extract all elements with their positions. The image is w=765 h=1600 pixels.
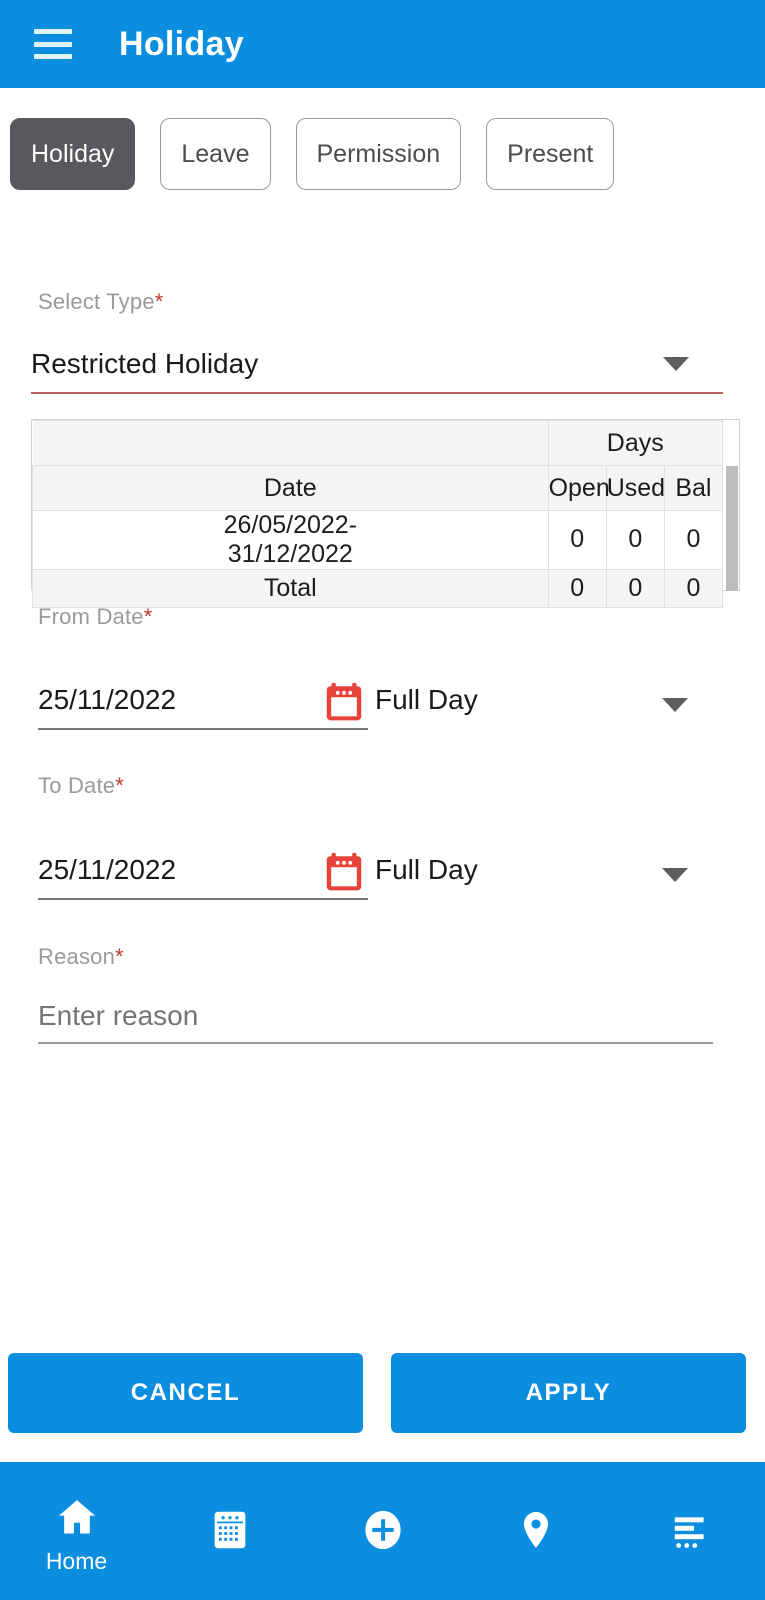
to-date-duration[interactable]: Full Day [375, 854, 478, 886]
from-date-value[interactable]: 25/11/2022 [38, 684, 176, 716]
reason-label-text: Reason [38, 944, 116, 969]
reason-input[interactable] [38, 1000, 708, 1032]
leave-balance-table: Days Date Open Used Bal 26/05/2022- 31/1… [31, 419, 740, 608]
apply-button[interactable]: APPLY [391, 1353, 746, 1433]
plus-circle-icon [364, 1510, 401, 1550]
to-date-row: 25/11/2022 Full Day [0, 850, 765, 910]
required-asterisk: * [154, 289, 164, 314]
nav-item-location[interactable] [459, 1462, 612, 1600]
balance-table: Days Date Open Used Bal 26/05/2022- 31/1… [32, 420, 724, 608]
from-date-duration[interactable]: Full Day [375, 684, 478, 716]
tab-present[interactable]: Present [486, 118, 615, 190]
hamburger-bar [34, 41, 72, 47]
hamburger-menu-icon[interactable] [34, 29, 72, 59]
select-type-value: Restricted Holiday [31, 348, 259, 379]
reason-label: Reason* [38, 944, 124, 970]
calendar-icon[interactable] [322, 680, 366, 724]
cell-date-range: 26/05/2022- 31/12/2022 [32, 510, 549, 570]
column-header-open: Open [547, 465, 610, 511]
cell-used: 0 [605, 510, 665, 570]
select-type-label: Select Type* [38, 289, 164, 315]
table-row: 26/05/2022- 31/12/2022 0 0 0 [32, 510, 724, 570]
hamburger-bar [34, 54, 72, 59]
chevron-down-icon[interactable] [662, 698, 688, 712]
chevron-down-icon[interactable] [663, 357, 689, 371]
select-type-label-text: Select Type [38, 289, 155, 314]
cancel-button[interactable]: CANCEL [8, 1353, 363, 1433]
nav-item-more[interactable] [612, 1462, 765, 1600]
to-date-value[interactable]: 25/11/2022 [38, 854, 176, 886]
days-group-header: Days [547, 420, 724, 466]
bottom-navigation-bar: Home [0, 1462, 765, 1600]
select-type-underline [31, 392, 723, 394]
table-header-row: Date Open Used Bal [32, 465, 724, 511]
nav-item-add[interactable] [306, 1462, 459, 1600]
to-date-label-text: To Date [38, 773, 116, 798]
total-open: 0 [547, 568, 607, 608]
tab-holiday[interactable]: Holiday [10, 118, 136, 190]
table-group-header-row: Days [32, 420, 724, 466]
total-label: Total [32, 568, 549, 608]
cell-bal: 0 [663, 510, 724, 570]
date-range-line1: 26/05/2022- [223, 511, 358, 539]
from-date-underline [38, 728, 368, 730]
page-title: Holiday [119, 24, 244, 63]
nav-item-calendar[interactable] [153, 1462, 306, 1600]
total-bal: 0 [663, 568, 724, 608]
nav-label-home: Home [45, 1547, 108, 1574]
cell-open: 0 [547, 510, 607, 570]
column-header-bal: Bal [663, 465, 724, 511]
tab-leave[interactable]: Leave [160, 118, 271, 190]
app-bar: Holiday [0, 0, 765, 88]
nav-item-home[interactable]: Home [0, 1462, 153, 1600]
hamburger-bar [34, 29, 72, 34]
from-date-label: From Date* [38, 604, 152, 630]
table-scrollbar-track [726, 421, 738, 466]
from-date-row: 25/11/2022 Full Day [0, 680, 765, 740]
tab-bar: Holiday Leave Permission Present [0, 118, 765, 190]
home-icon [58, 1499, 95, 1533]
from-date-label-text: From Date [38, 604, 144, 629]
total-used: 0 [605, 568, 665, 608]
location-pin-icon [523, 1511, 548, 1549]
list-more-icon [674, 1517, 704, 1548]
to-date-label: To Date* [38, 773, 124, 799]
reason-underline [38, 1042, 713, 1044]
column-header-date: Date [32, 465, 549, 511]
select-type-dropdown[interactable]: Restricted Holiday [31, 348, 723, 394]
chevron-down-icon[interactable] [662, 868, 688, 882]
table-total-row: Total 0 0 0 [32, 568, 724, 608]
to-date-underline [38, 898, 368, 900]
required-asterisk: * [115, 773, 124, 798]
app-screen: Holiday Holiday Leave Permission Present… [0, 0, 765, 1600]
calendar-icon[interactable] [322, 850, 366, 894]
calendar-grid-icon [214, 1511, 245, 1549]
empty-group-cell [32, 420, 549, 466]
table-scrollbar-thumb[interactable] [726, 466, 738, 591]
date-range-line2: 31/12/2022 [227, 539, 353, 568]
action-button-bar: CANCEL APPLY [0, 1353, 765, 1433]
column-header-used: Used [605, 465, 665, 511]
required-asterisk: * [143, 604, 153, 629]
tab-permission[interactable]: Permission [295, 118, 462, 190]
required-asterisk: * [115, 944, 124, 969]
